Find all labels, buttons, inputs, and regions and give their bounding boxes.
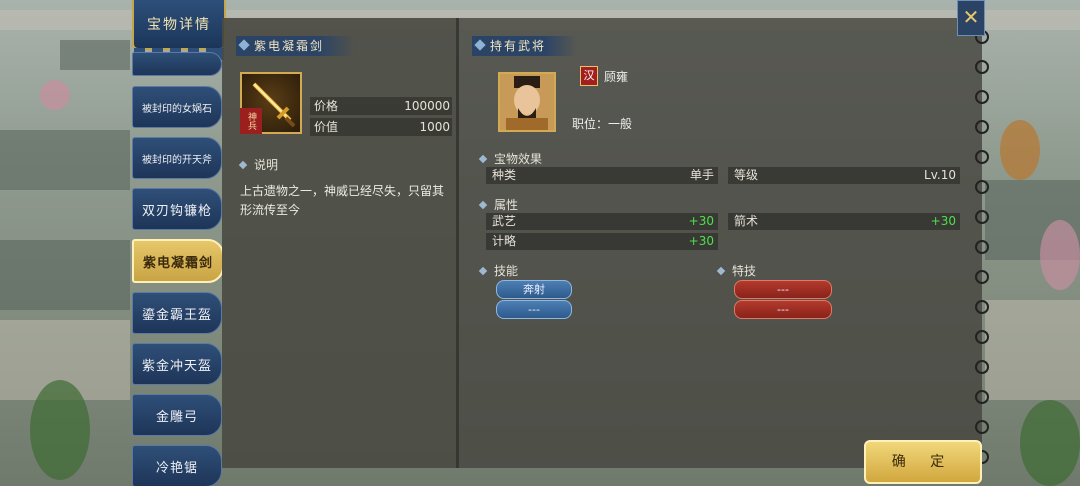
skills-label: 技能 xyxy=(478,262,518,279)
special-button[interactable]: --- xyxy=(734,280,832,299)
level-row: 等级 Lv.10 xyxy=(728,167,960,184)
effect-label: 宝物效果 xyxy=(478,150,542,167)
attr-row: 计略 +30 xyxy=(486,233,718,250)
description-text: 上古遗物之一，神威已经尽失，只留其形流传至今 xyxy=(240,184,445,217)
attributes-label: 属性 xyxy=(478,196,518,213)
item-name-header: 紫电凝霜剑 xyxy=(236,36,355,56)
item-column: 紫电凝霜剑 神兵 价格 100000 价值 1000 说明 上古遗物之一，神威已经尽… xyxy=(222,18,459,468)
skill-button[interactable]: --- xyxy=(496,300,572,319)
title-tab: 宝物详情 xyxy=(132,0,226,60)
list-item[interactable] xyxy=(132,52,222,76)
specials-label: 特技 xyxy=(716,262,756,279)
skill-button[interactable]: 奔射 xyxy=(496,280,572,299)
general-name: 顾雍 xyxy=(604,70,629,84)
list-item[interactable]: 金雕弓 xyxy=(132,394,222,436)
badge: 神兵 xyxy=(240,108,262,134)
close-icon[interactable]: ✕ xyxy=(957,0,985,36)
description-label: 说明 xyxy=(238,156,278,173)
list-item[interactable]: 鎏金霸王盔 xyxy=(132,292,222,334)
detail-panel: 紫电凝霜剑 神兵 价格 100000 价值 1000 说明 上古遗物之一，神威已经尽… xyxy=(222,18,982,468)
list-item[interactable]: 被封印的开天斧 xyxy=(132,137,222,179)
price-row: 价格 100000 xyxy=(310,97,452,115)
treasure-list[interactable]: 被封印的女娲石 被封印的开天斧 双刃钩镰枪 紫电凝霜剑 鎏金霸王盔 紫金冲天盔 … xyxy=(130,52,222,486)
attr-row: 武艺 +30 xyxy=(486,213,718,230)
general-header: 持有武将 xyxy=(472,36,577,56)
general-position: 职位：一般 xyxy=(572,117,633,131)
confirm-button[interactable]: 确 定 xyxy=(864,440,982,484)
book-binding xyxy=(975,30,989,470)
special-button[interactable]: --- xyxy=(734,300,832,319)
list-item[interactable]: 被封印的女娲石 xyxy=(132,86,222,128)
list-item-active[interactable]: 紫电凝霜剑 xyxy=(132,239,222,283)
faction-badge: 汉 xyxy=(580,66,598,86)
type-row: 种类 单手 xyxy=(486,167,718,184)
portrait xyxy=(498,72,556,132)
list-item[interactable]: 双刃钩镰枪 xyxy=(132,188,222,230)
list-item[interactable]: 紫金冲天盔 xyxy=(132,343,222,385)
info-column: 持有武将 汉 顾雍 职位：一般 宝物效果 种类 单手 等级 Lv.10 属性 武… xyxy=(462,18,982,468)
list-item[interactable]: 冷艳锯 xyxy=(132,445,222,486)
attr-row: 箭术 +30 xyxy=(728,213,960,230)
sword-icon: 神兵 xyxy=(240,72,302,134)
worth-row: 价值 1000 xyxy=(310,118,452,136)
